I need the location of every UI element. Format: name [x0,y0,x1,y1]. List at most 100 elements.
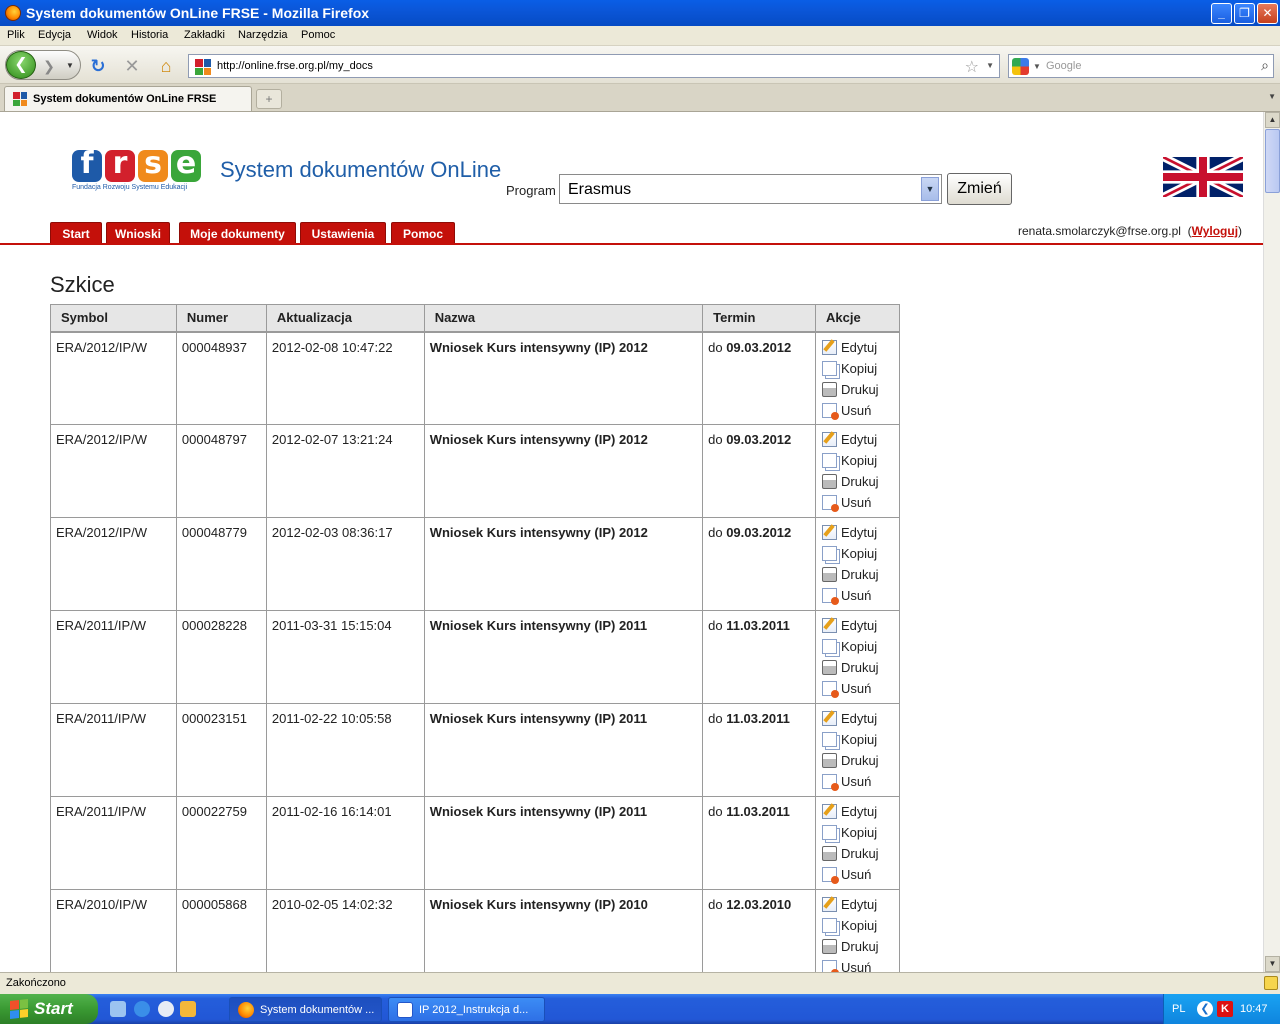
action-label[interactable]: Edytuj [841,525,877,540]
copy-action[interactable]: Kopiuj [822,915,893,936]
action-label[interactable]: Drukuj [841,660,879,675]
action-label[interactable]: Drukuj [841,753,879,768]
delete-action[interactable]: Usuń [822,492,893,513]
action-label[interactable]: Kopiuj [841,825,877,840]
edit-icon[interactable] [822,804,837,819]
scroll-down-icon[interactable]: ▼ [1265,956,1280,972]
copy-icon[interactable] [822,360,837,376]
delete-icon[interactable] [822,402,839,420]
quicklaunch-ie-icon[interactable] [134,1001,150,1017]
delete-action[interactable]: Usuń [822,678,893,699]
tray-back-icon[interactable]: ❮ [1197,1001,1213,1017]
copy-action[interactable]: Kopiuj [822,729,893,750]
action-label[interactable]: Edytuj [841,897,877,912]
start-button[interactable]: Start [0,994,98,1024]
new-tab-button[interactable]: + [256,89,282,109]
delete-icon[interactable] [822,774,839,791]
menu-item-zakladki[interactable]: Zakładki [184,29,225,41]
action-label[interactable]: Usuń [841,867,871,882]
copy-action[interactable]: Kopiuj [822,636,893,657]
action-label[interactable]: Kopiuj [841,361,877,376]
print-icon[interactable] [822,753,837,768]
close-button[interactable]: ✕ [1257,3,1278,24]
print-icon[interactable] [822,381,837,397]
vertical-scrollbar[interactable]: ▲ ▼ [1263,112,1280,972]
action-label[interactable]: Kopiuj [841,639,877,654]
taskbar-item-word[interactable]: IP 2012_Instrukcja d... [388,997,545,1022]
print-action[interactable]: Drukuj [822,936,893,957]
edit-icon[interactable] [822,897,837,912]
action-label[interactable]: Edytuj [841,804,877,819]
menu-item-narzedzia[interactable]: Narzędzia [238,29,288,41]
edit-action[interactable]: Edytuj [822,801,893,822]
taskbar-item-firefox[interactable]: System dokumentów ... [229,997,382,1022]
menu-item-widok[interactable]: Widok [87,29,118,41]
delete-action[interactable]: Usuń [822,400,893,421]
tray-antivirus-icon[interactable]: K [1217,1001,1233,1017]
copy-action[interactable]: Kopiuj [822,358,893,379]
tab-list-icon[interactable]: ▼ [1268,92,1276,101]
edit-action[interactable]: Edytuj [822,894,893,915]
menu-item-pomoc[interactable]: Pomoc [301,29,335,41]
print-icon[interactable] [822,474,837,489]
history-dropdown-icon[interactable]: ▼ [66,61,74,70]
copy-icon[interactable] [822,639,837,654]
print-action[interactable]: Drukuj [822,471,893,492]
copy-icon[interactable] [822,732,837,747]
edit-action[interactable]: Edytuj [822,429,893,450]
action-label[interactable]: Usuń [841,774,871,789]
back-button[interactable]: ❮ [6,51,36,79]
delete-action[interactable]: Usuń [822,585,893,606]
action-label[interactable]: Edytuj [841,711,877,726]
copy-icon[interactable] [822,546,837,561]
print-icon[interactable] [822,846,837,861]
browser-tab[interactable]: System dokumentów OnLine FRSE [4,86,252,111]
minimize-button[interactable]: _ [1211,3,1232,24]
search-placeholder[interactable]: Google [1046,60,1081,72]
edit-icon[interactable] [822,711,837,726]
edit-icon[interactable] [822,525,837,540]
print-icon[interactable] [822,567,837,582]
menu-item-edycja[interactable]: Edycja [38,29,71,41]
edit-action[interactable]: Edytuj [822,522,893,543]
action-label[interactable]: Kopiuj [841,453,877,468]
copy-action[interactable]: Kopiuj [822,543,893,564]
print-icon[interactable] [822,939,837,954]
action-label[interactable]: Edytuj [841,432,877,447]
nav-tab-start[interactable]: Start [50,222,102,244]
nav-tab-pomoc[interactable]: Pomoc [391,222,455,244]
action-label[interactable]: Usuń [841,403,871,418]
copy-icon[interactable] [822,825,837,840]
print-action[interactable]: Drukuj [822,379,893,400]
stop-icon[interactable]: ✕ [122,56,142,76]
copy-icon[interactable] [822,453,837,468]
menu-item-plik[interactable]: Plik [7,29,25,41]
edit-action[interactable]: Edytuj [822,615,893,636]
address-bar[interactable]: http://online.frse.org.pl/my_docs ☆ ▼ [188,54,1000,78]
edit-icon[interactable] [822,432,837,447]
url-dropdown-icon[interactable]: ▼ [986,61,994,70]
program-select[interactable]: Erasmus ▼ [559,174,942,204]
google-engine-icon[interactable] [1012,58,1029,75]
delete-action[interactable]: Usuń [822,864,893,885]
action-label[interactable]: Kopiuj [841,546,877,561]
copy-action[interactable]: Kopiuj [822,450,893,471]
search-icon[interactable]: ⌕ [1261,57,1269,74]
scroll-up-icon[interactable]: ▲ [1265,112,1280,128]
print-action[interactable]: Drukuj [822,843,893,864]
bookmark-star-icon[interactable]: ☆ [965,57,979,77]
home-icon[interactable]: ⌂ [156,56,176,76]
action-label[interactable]: Kopiuj [841,732,877,747]
copy-icon[interactable] [822,918,837,933]
engine-dropdown-icon[interactable]: ▼ [1033,62,1041,71]
menu-item-historia[interactable]: Historia [131,29,168,41]
column-header-numer[interactable]: Numer [175,304,267,333]
print-icon[interactable] [822,660,837,675]
delete-icon[interactable] [822,681,839,698]
scroll-thumb[interactable] [1265,129,1280,193]
reload-icon[interactable]: ↻ [88,56,108,76]
copy-action[interactable]: Kopiuj [822,822,893,843]
action-label[interactable]: Edytuj [841,340,877,355]
search-bar[interactable]: ▼ Google ⌕ [1008,54,1274,78]
action-label[interactable]: Usuń [841,495,871,510]
